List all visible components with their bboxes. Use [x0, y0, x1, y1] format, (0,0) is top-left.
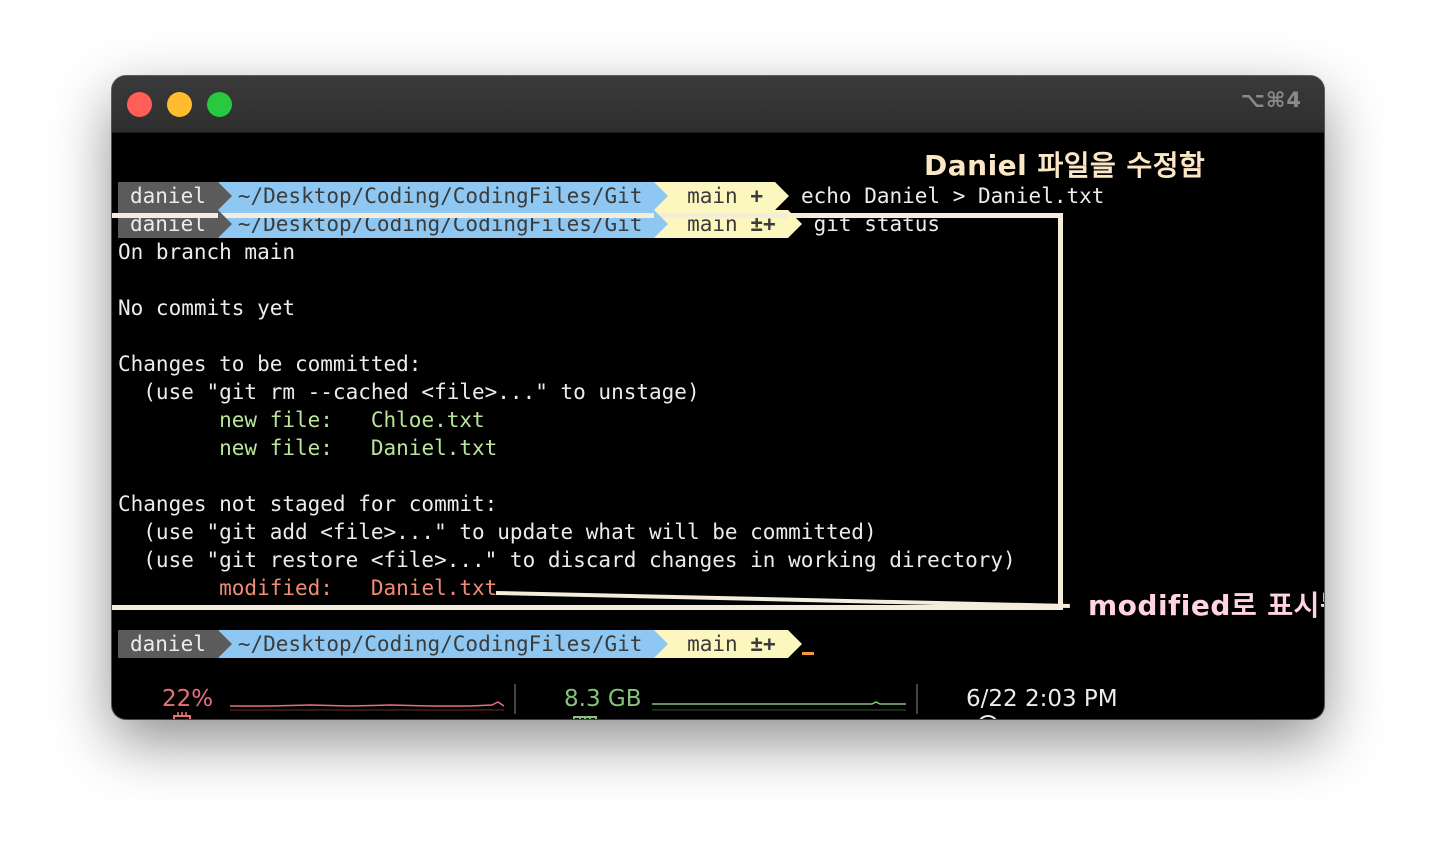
title-bar: ⌥⌘4 — [112, 76, 1324, 133]
window-shortcut: ⌥⌘4 — [1240, 88, 1302, 112]
status-separator — [916, 684, 918, 714]
prompt-git-status: ±+ — [750, 632, 776, 656]
prompt-line: daniel ~/Desktop/Coding/CodingFiles/Git … — [118, 182, 1104, 210]
annotation-highlight-box — [112, 213, 1063, 610]
prompt-branch: main — [687, 632, 738, 656]
zoom-button[interactable] — [207, 92, 232, 117]
prompt-git: main ±+ — [654, 630, 788, 658]
annotation-right: modified로 표시됨 — [1088, 589, 1324, 622]
cpu-usage: 22% — [162, 686, 214, 712]
status-bar: 22% 8.3 GB 6/22 2:03 PM — [112, 682, 1324, 719]
close-button[interactable] — [127, 92, 152, 117]
prompt-git-status: + — [750, 184, 763, 208]
terminal-window: ⌥⌘4 Daniel 파일을 수정함 daniel ~/Desktop/Codi… — [112, 76, 1324, 719]
memory-sparkline — [652, 701, 906, 711]
memory-usage: 8.3 GB — [564, 686, 642, 712]
prompt-user: daniel — [118, 182, 218, 210]
prompt-path: ~/Desktop/Coding/CodingFiles/Git — [217, 630, 655, 658]
date-time: 6/22 2:03 PM — [966, 686, 1118, 712]
prompt-user: daniel — [118, 630, 218, 658]
prompt-command: echo Daniel > Daniel.txt — [800, 184, 1105, 208]
prompt-branch: main — [687, 184, 738, 208]
annotation-top: Daniel 파일을 수정함 — [924, 149, 1206, 182]
prompt-git: main + — [654, 182, 775, 210]
cpu-sparkline — [230, 701, 504, 711]
minimize-button[interactable] — [167, 92, 192, 117]
status-separator — [514, 684, 516, 714]
prompt-path: ~/Desktop/Coding/CodingFiles/Git — [217, 182, 655, 210]
prompt-line: daniel ~/Desktop/Coding/CodingFiles/Git … — [118, 630, 802, 658]
text-cursor[interactable] — [802, 652, 814, 655]
